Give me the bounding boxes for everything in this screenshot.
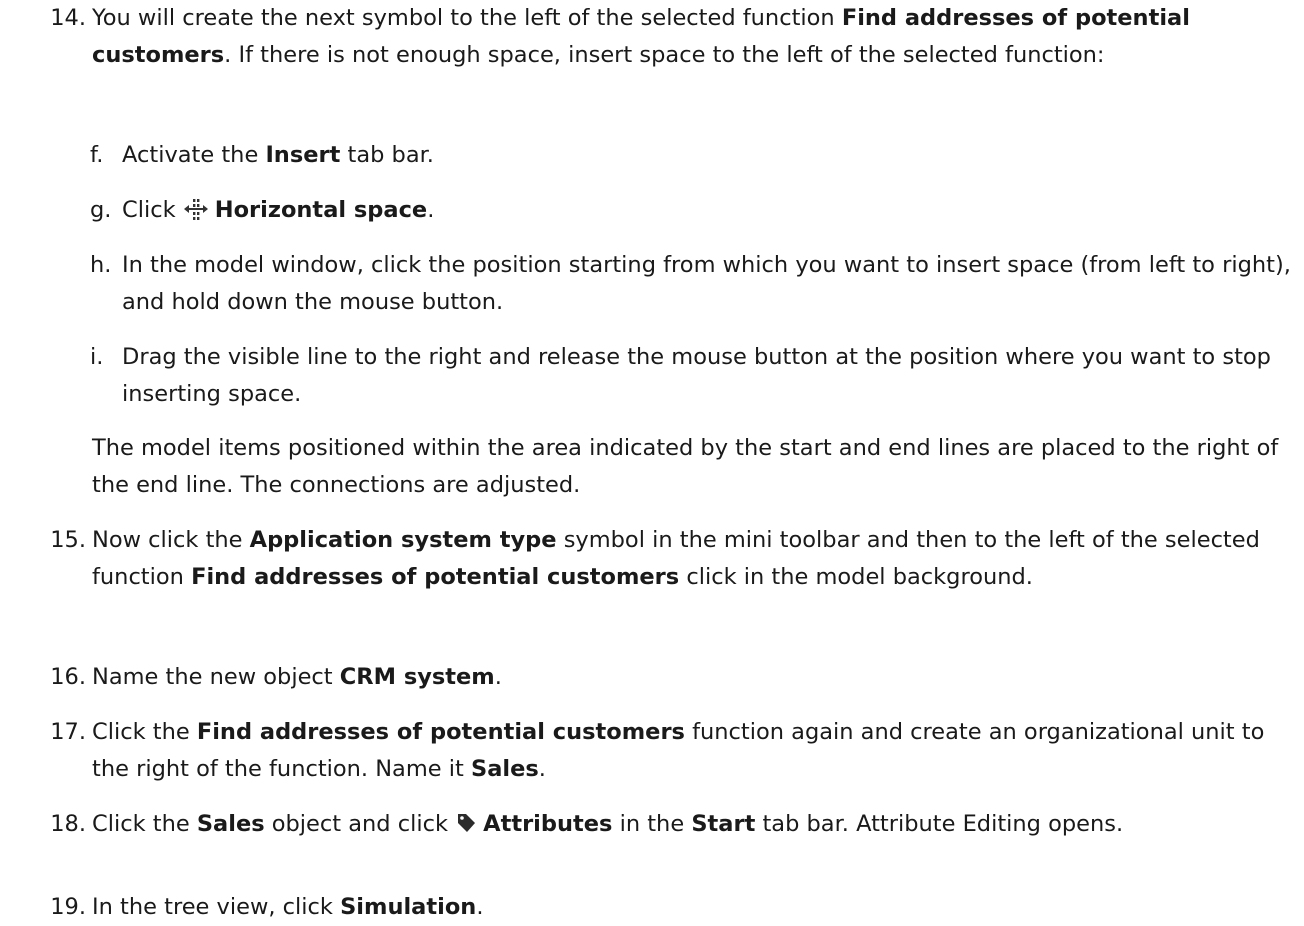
substep-letter: f. [90,142,104,168]
step-text: You will create the next symbol to the l… [92,5,1190,68]
result-paragraph: The model items positioned within the ar… [92,435,1279,498]
instruction-document: 14. You will create the next symbol to t… [0,0,1304,926]
button-name: Horizontal space [214,197,428,223]
substep-letter: h. [90,252,112,278]
step-number: 15. [50,527,86,553]
step-text: Click the Find addresses of potential cu… [92,719,1265,782]
tab-bar-name: Start [691,811,756,837]
step-text: Name the new object CRM system. [92,664,502,690]
substep-letter: i. [90,344,104,370]
function-name: Find addresses of potential customers [196,719,685,745]
step-number: 16. [50,664,86,690]
tab-bar-name: Insert [265,142,341,168]
step-text: Now click the Application system type sy… [92,527,1260,590]
substep-letter: g. [90,197,112,223]
step-number: 19. [50,894,86,920]
substep-text: Drag the visible line to the right and r… [122,344,1271,407]
step-number: 14. [50,5,86,31]
symbol-name: Application system type [249,527,557,553]
step-number: 17. [50,719,86,745]
tag-icon [458,814,476,832]
button-name: Attributes [483,811,613,837]
object-name: CRM system [339,664,495,690]
step-text: In the tree view, click Simulation. [92,894,484,920]
substep-text: In the model window, click the position … [122,252,1291,315]
step-text: Click the Sales object and click Attribu… [92,811,1124,837]
tree-item-name: Simulation [340,894,477,920]
step-number: 18. [50,811,86,837]
horizontal-space-icon [183,199,208,220]
object-name: Sales [196,811,265,837]
substep-text: Click Horizontal space. [122,197,435,223]
function-name: Find addresses of potential customers [191,564,680,590]
object-name: Sales [470,756,539,782]
substep-text: Activate the Insert tab bar. [122,142,434,168]
